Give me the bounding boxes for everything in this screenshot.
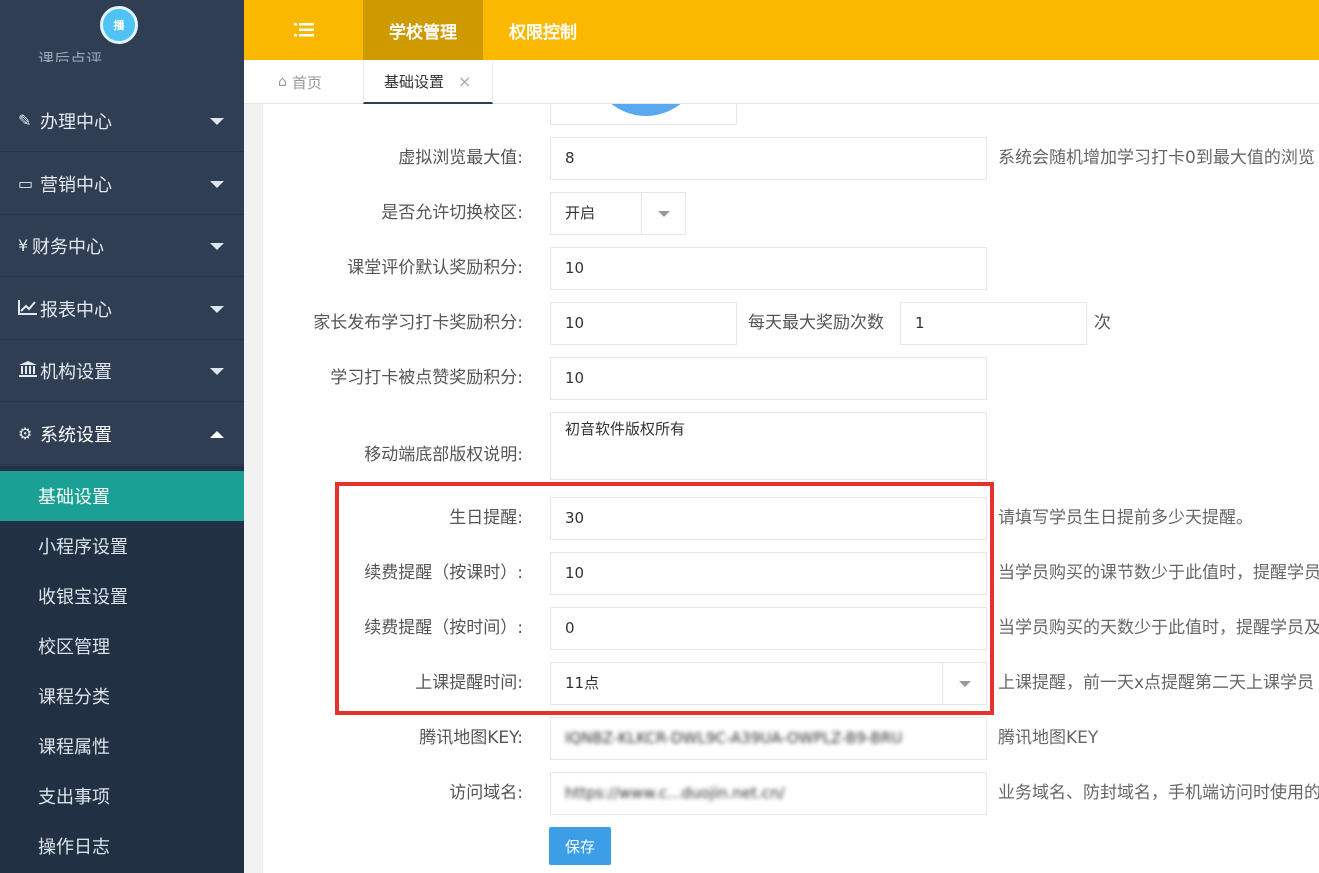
content-gutter <box>244 104 262 873</box>
submenu-course-attributes[interactable]: 课程属性 <box>0 721 244 771</box>
hint-virtual-browse: 系统会随机增加学习打卡0到最大值的浏览 <box>998 148 1315 168</box>
submenu-cashier-settings[interactable]: 收银宝设置 <box>0 571 244 621</box>
tab-label: 首页 <box>291 73 322 92</box>
uploaded-image-preview[interactable] <box>550 104 737 125</box>
submenu-basic-settings[interactable]: 基础设置 <box>0 471 244 521</box>
gears-icon: ⚙ <box>18 424 33 443</box>
menu-finance-center[interactable]: ¥ 财务中心 <box>0 215 244 277</box>
unit-times: 次 <box>1094 313 1111 333</box>
nav-school-management[interactable]: 学校管理 <box>363 0 483 60</box>
select-value: 开启 <box>565 204 596 222</box>
menu-label: 报表中心 <box>40 299 112 321</box>
map-key-input[interactable]: IQNBZ-KLKCR-DWL9C-A39UA-OWPLZ-B9-BRU <box>550 717 987 760</box>
menu-label: 财务中心 <box>32 236 104 258</box>
hint-renew-by-lesson: 当学员购买的课节数少于此值时，提醒学员 <box>998 563 1319 583</box>
tab-bar: ⌂ 首页 基础设置 × <box>244 60 1319 104</box>
chevron-down-icon <box>210 368 224 375</box>
switch-campus-select[interactable]: 开启 <box>550 192 686 235</box>
nav-permission-control[interactable]: 权限控制 <box>483 0 603 60</box>
image-circle <box>586 104 706 116</box>
submenu-operation-log[interactable]: 操作日志 <box>0 821 244 871</box>
chevron-up-icon <box>210 431 224 438</box>
tab-basic-settings[interactable]: 基础设置 × <box>363 60 493 104</box>
like-points-input[interactable]: 10 <box>550 357 987 400</box>
tab-home[interactable]: ⌂ 首页 <box>278 60 322 104</box>
bank-icon <box>18 360 40 382</box>
save-button[interactable]: 保存 <box>549 827 611 865</box>
submenu-expense-items[interactable]: 支出事项 <box>0 771 244 821</box>
sidebar-item-partial[interactable]: 课后点评 <box>38 48 102 62</box>
hint-renew-by-time: 当学员购买的天数少于此值时，提醒学员及 <box>998 618 1319 638</box>
hint-class-remind-time: 上课提醒，前一天x点提醒第二天上课学员 <box>998 673 1315 693</box>
tab-label: 基础设置 <box>384 72 445 91</box>
submenu-course-category[interactable]: 课程分类 <box>0 671 244 721</box>
domain-value: https://www.c...duojin.net.cn/ <box>565 784 785 802</box>
label-max-reward-times: 每天最大奖励次数 <box>748 313 884 333</box>
hint-birthday: 请填写学员生日提前多少天提醒。 <box>998 508 1253 528</box>
dropdown-arrow-icon[interactable] <box>641 193 685 234</box>
menu-label: 办理中心 <box>40 111 112 133</box>
edit-icon: ✎ <box>18 111 32 130</box>
menu-label: 营销中心 <box>40 174 112 196</box>
highlight-box <box>335 482 994 715</box>
chevron-down-icon <box>210 118 224 125</box>
label-class-eval-points: 课堂评价默认奖励积分: <box>347 258 523 278</box>
submenu-miniprogram-settings[interactable]: 小程序设置 <box>0 521 244 571</box>
menu-label: 系统设置 <box>40 424 112 446</box>
label-map-key: 腾讯地图KEY: <box>419 728 523 748</box>
hint-map-key: 腾讯地图KEY <box>998 728 1099 748</box>
menu-org-settings[interactable]: 机构设置 <box>0 340 244 402</box>
menu-system-settings[interactable]: ⚙ 系统设置 <box>0 403 244 465</box>
laptop-icon: ▭ <box>18 174 34 193</box>
list-icon[interactable] <box>244 0 363 60</box>
hint-domain: 业务域名、防封域名，手机端访问时使用的 <box>998 783 1319 803</box>
menu-marketing-center[interactable]: ▭ 营销中心 <box>0 153 244 215</box>
app-logo[interactable]: 播 <box>100 6 138 44</box>
label-parent-post-points: 家长发布学习打卡奖励积分: <box>313 313 523 333</box>
close-icon[interactable]: × <box>458 72 471 91</box>
chevron-down-icon <box>210 243 224 250</box>
domain-input[interactable]: https://www.c...duojin.net.cn/ <box>550 772 987 815</box>
virtual-browse-max-input[interactable]: 8 <box>550 137 987 180</box>
map-key-value: IQNBZ-KLKCR-DWL9C-A39UA-OWPLZ-B9-BRU <box>565 729 903 747</box>
yen-icon: ¥ <box>18 236 29 255</box>
sidebar: 播 课后点评 ✎ 办理中心 ▭ 营销中心 ¥ 财务中心 报表中心 机构设置 ⚙ 系统设置… <box>0 0 244 873</box>
class-eval-points-input[interactable]: 10 <box>550 247 987 290</box>
parent-post-points-input[interactable]: 10 <box>550 302 737 345</box>
max-reward-times-input[interactable]: 1 <box>900 302 1087 345</box>
menu-label: 机构设置 <box>40 361 112 383</box>
label-copyright: 移动端底部版权说明: <box>364 445 523 465</box>
menu-handle-center[interactable]: ✎ 办理中心 <box>0 90 244 152</box>
chevron-down-icon <box>210 306 224 313</box>
chevron-down-icon <box>210 181 224 188</box>
top-navbar: 学校管理 权限控制 <box>244 0 1319 60</box>
home-icon: ⌂ <box>278 74 287 90</box>
label-domain: 访问域名: <box>449 783 523 803</box>
label-like-points: 学习打卡被点赞奖励积分: <box>330 368 523 388</box>
label-virtual-browse-max: 虚拟浏览最大值: <box>398 148 523 168</box>
submenu-campus-management[interactable]: 校区管理 <box>0 621 244 671</box>
label-switch-campus: 是否允许切换校区: <box>381 203 523 223</box>
copyright-textarea[interactable]: 初音软件版权所有 <box>550 412 987 480</box>
chart-icon <box>18 299 40 319</box>
logo-text: 播 <box>113 19 125 32</box>
menu-report-center[interactable]: 报表中心 <box>0 278 244 340</box>
